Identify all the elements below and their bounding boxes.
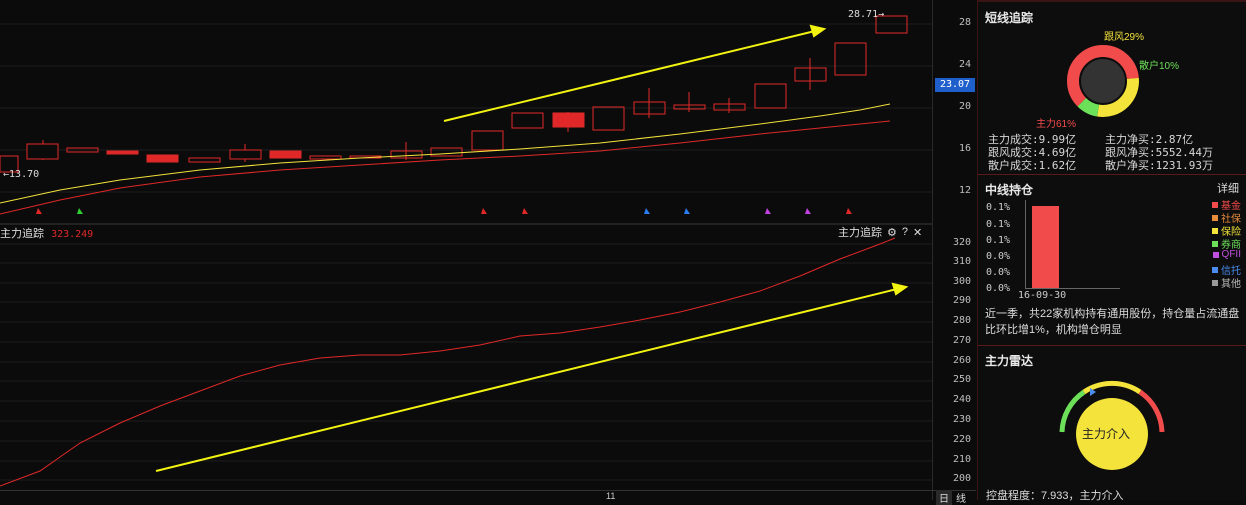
sub-axis-tick: 270 [952, 335, 971, 346]
sub-axis-tick: 250 [952, 374, 971, 385]
stat-retail-volume: 散户成交:1.62亿 [988, 159, 1077, 172]
min-price-label: ←13.70 [3, 169, 40, 180]
short-track-donut [1067, 44, 1139, 117]
stat-retail-net: 散户净买:1231.93万 [1105, 159, 1213, 172]
panel-top-border [978, 0, 1246, 2]
radar-footer: 控盘程度：7.933，主力介入 [986, 490, 1124, 502]
sub-axis-tick: 300 [952, 276, 971, 287]
price-axis: 28 24 23.07 20 16 12 320 310 300 290 280… [932, 0, 977, 500]
chart-canvas[interactable] [0, 0, 932, 500]
sub-axis-tick: 260 [952, 355, 971, 366]
time-axis: 11 日 线 [0, 490, 976, 505]
hold-y-axis [1025, 200, 1026, 288]
indicator-toolbar: 主力追踪 ⚙ ? ✕ [838, 224, 922, 240]
sub-axis-tick: 230 [952, 414, 971, 425]
legend-qfii: QFII [1212, 249, 1241, 260]
close-icon[interactable]: ✕ [913, 226, 922, 239]
hold-y-label: 0.0% [986, 267, 1011, 278]
sub-axis-tick: 280 [952, 315, 971, 326]
indicator-title-right[interactable]: 主力追踪 [838, 224, 882, 240]
short-track-title: 短线追踪 [985, 11, 1034, 25]
hold-bar-fund [1032, 206, 1059, 288]
hold-y-label: 0.1% [986, 235, 1011, 246]
separator [978, 345, 1246, 346]
hold-y-label: 0.0% [986, 251, 1011, 262]
current-price-tag: 23.07 [935, 78, 975, 92]
indicator-header: 主力追踪 323.249 [0, 225, 93, 241]
axis-tick: 28 [958, 17, 971, 28]
donut-label-follow: 跟风29% [1104, 32, 1145, 43]
ma-red-line [0, 120, 891, 215]
sub-axis-tick: 320 [952, 237, 971, 248]
hold-y-label: 0.1% [986, 202, 1011, 213]
sub-axis-tick: 240 [952, 394, 971, 405]
sub-axis-tick: 220 [952, 434, 971, 445]
hold-x-axis [1025, 288, 1120, 289]
mid-hold-title: 中线持仓 [985, 183, 1034, 197]
candlesticks [0, 15, 908, 173]
axis-tick: 20 [958, 101, 971, 112]
sub-axis-tick: 290 [952, 295, 971, 306]
hold-y-label: 0.1% [986, 219, 1011, 230]
signal-markers [36, 208, 852, 214]
hold-y-label: 0.0% [986, 283, 1011, 294]
donut-label-main: 主力61% [1036, 119, 1077, 130]
sub-axis-tick: 210 [952, 454, 971, 465]
separator [978, 174, 1246, 175]
axis-tick: 24 [958, 59, 971, 70]
sub-axis-tick: 200 [952, 473, 971, 484]
detail-link[interactable]: 详细 [1217, 180, 1239, 196]
indicator-name: 主力追踪 [0, 228, 44, 240]
period-line-button[interactable]: 线 [956, 490, 966, 505]
sub-axis-tick: 310 [952, 256, 971, 267]
chart-area[interactable]: 28.71→ ←13.70 主力追踪 323.249 主力追踪 ⚙ ? ✕ [0, 0, 932, 500]
radar-title: 主力雷达 [985, 354, 1034, 368]
legend-other: 其他 [1212, 275, 1241, 290]
hold-x-label: 16-09-30 [1018, 290, 1067, 301]
axis-tick: 12 [958, 185, 971, 196]
trend-arrow-lower [155, 282, 909, 472]
max-price-label: 28.71→ [848, 9, 885, 20]
gear-icon[interactable]: ⚙ [887, 226, 897, 239]
radar-center-label: 主力介入 [1082, 427, 1131, 441]
indicator-value: 323.249 [51, 229, 94, 240]
donut-label-retail: 散户10% [1139, 61, 1180, 72]
help-icon[interactable]: ? [902, 226, 908, 238]
right-panel: 短线追踪 跟风29% 散户10% 主力61% 主力成交:9.99亿 主力净买:2… [977, 0, 1246, 502]
hold-description: 近一季，共22家机构持有通用股份，持仓量占流通盘比环比增1%，机构增仓明显 [985, 308, 1240, 336]
axis-tick: 16 [958, 143, 971, 154]
period-day-button[interactable]: 日 [936, 490, 952, 505]
